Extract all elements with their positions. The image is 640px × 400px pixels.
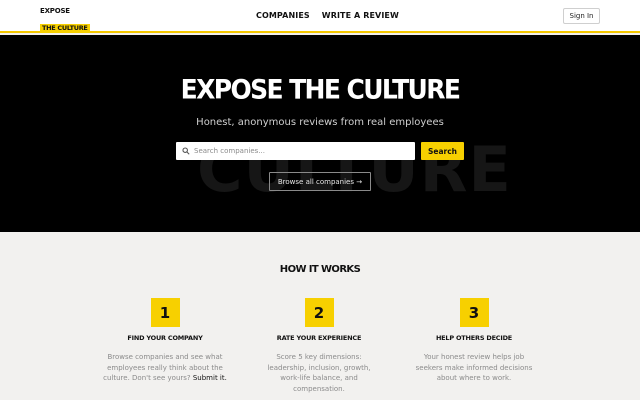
hero-title: EXPOSE THE CULTURE — [180, 74, 461, 105]
search-icon — [182, 147, 190, 155]
top-navbar: EXPOSE THE CULTURE COMPANIES WRITE A REV… — [0, 0, 640, 33]
logo-line2: THE CULTURE — [40, 24, 90, 33]
step-card-find-company: 1 FIND YOUR COMPANY Browse companies and… — [103, 298, 227, 384]
step-title: FIND YOUR COMPANY — [127, 334, 203, 342]
nav-links: COMPANIES WRITE A REVIEW — [256, 11, 399, 20]
step-number: 1 — [150, 298, 180, 327]
how-it-works-section: HOW IT WORKS 1 FIND YOUR COMPANY Browse … — [0, 232, 640, 400]
submit-company-link[interactable]: Submit it. — [193, 374, 227, 382]
nav-write-review-link[interactable]: WRITE A REVIEW — [322, 11, 399, 20]
hero-section: CULTURE EXPOSE THE CULTURE Honest, anony… — [0, 35, 640, 232]
step-title: HELP OTHERS DECIDE — [435, 334, 513, 342]
logo-line1: EXPOSE — [40, 7, 70, 15]
step-description: Browse companies and see what employees … — [103, 352, 227, 384]
logo[interactable]: EXPOSE THE CULTURE — [40, 7, 90, 34]
nav-companies-link[interactable]: COMPANIES — [256, 11, 310, 20]
step-description: Your honest review helps job seekers mak… — [415, 353, 533, 382]
search-button[interactable]: Search — [421, 142, 464, 160]
step-number: 3 — [459, 298, 489, 327]
how-it-works-title: HOW IT WORKS — [279, 264, 361, 275]
step-card-rate-experience: 2 RATE YOUR EXPERIENCE Score 5 key dimen… — [257, 298, 381, 394]
step-card-help-others: 3 HELP OTHERS DECIDE Your honest review … — [412, 298, 536, 384]
step-description: Score 5 key dimensions: leadership, incl… — [267, 353, 371, 393]
search-input[interactable] — [194, 142, 412, 160]
step-number: 2 — [304, 298, 334, 327]
browse-all-companies-button[interactable]: Browse all companies → — [269, 172, 371, 191]
hero-subtitle: Honest, anonymous reviews from real empl… — [196, 117, 444, 128]
sign-in-button[interactable]: Sign In — [563, 8, 600, 24]
step-title: RATE YOUR EXPERIENCE — [276, 334, 362, 342]
search-box — [176, 142, 415, 160]
